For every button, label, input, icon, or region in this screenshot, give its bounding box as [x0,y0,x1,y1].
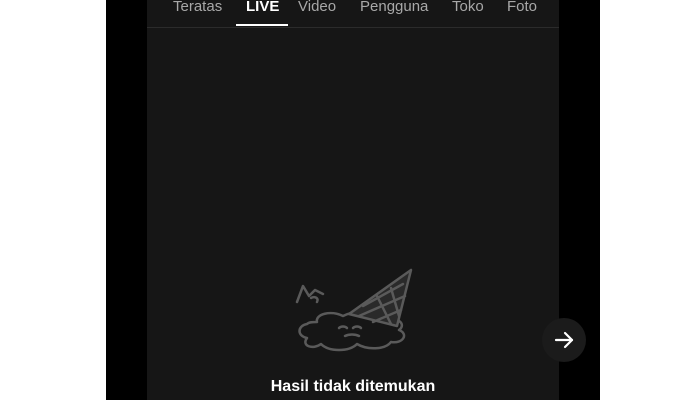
page: Teratas LIVE Video Pengguna Toko Foto Ha… [0,0,700,400]
tab-live[interactable]: LIVE [246,0,279,15]
arrow-right-icon [553,329,575,351]
tab-video[interactable]: Video [298,0,336,15]
tab-pengguna[interactable]: Pengguna [360,0,428,15]
tab-foto[interactable]: Foto [507,0,537,15]
melted-ice-cream-icon [293,266,419,358]
search-tabs: Teratas LIVE Video Pengguna Toko Foto [147,0,559,28]
phone-frame: Teratas LIVE Video Pengguna Toko Foto Ha… [106,0,600,400]
empty-results-message: Hasil tidak ditemukan [270,378,436,395]
tab-teratas[interactable]: Teratas [173,0,222,15]
search-results-screen: Teratas LIVE Video Pengguna Toko Foto Ha… [147,0,559,400]
next-button[interactable] [542,318,586,362]
tab-toko[interactable]: Toko [452,0,484,15]
active-tab-indicator [236,24,288,26]
